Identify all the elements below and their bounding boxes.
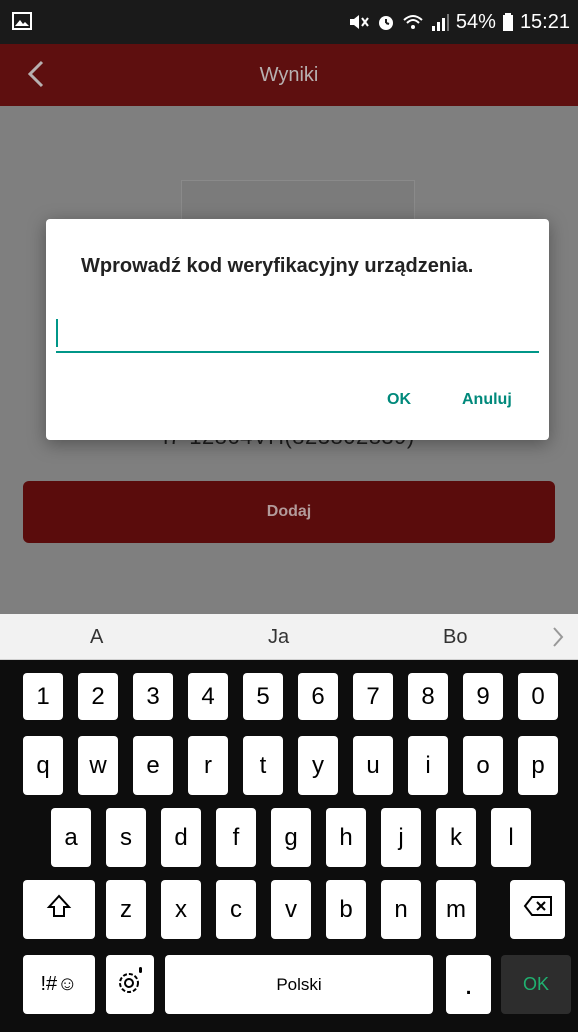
key-6[interactable]: 6 (298, 673, 338, 720)
key-4[interactable]: 4 (188, 673, 228, 720)
status-bar: 54% 15:21 (0, 0, 578, 44)
period-key[interactable]: . (446, 955, 491, 1014)
key-8[interactable]: 8 (408, 673, 448, 720)
key-5[interactable]: 5 (243, 673, 283, 720)
key-d[interactable]: d (161, 808, 201, 867)
key-3[interactable]: 3 (133, 673, 173, 720)
key-n[interactable]: n (381, 880, 421, 939)
text-cursor (56, 319, 58, 347)
image-notification-icon (12, 12, 32, 30)
key-s[interactable]: s (106, 808, 146, 867)
key-1[interactable]: 1 (23, 673, 63, 720)
key-g[interactable]: g (271, 808, 311, 867)
mute-icon (348, 12, 370, 32)
key-0[interactable]: 0 (518, 673, 558, 720)
key-r[interactable]: r (188, 736, 228, 795)
key-w[interactable]: w (78, 736, 118, 795)
app-bar: Wyniki (0, 44, 578, 106)
battery-percent: 54% (455, 10, 496, 33)
shift-icon (46, 893, 72, 926)
key-x[interactable]: x (161, 880, 201, 939)
clock: 15:21 (519, 10, 570, 33)
key-c[interactable]: c (216, 880, 256, 939)
key-7[interactable]: 7 (353, 673, 393, 720)
key-z[interactable]: z (106, 880, 146, 939)
key-q[interactable]: q (23, 736, 63, 795)
ok-button[interactable]: OK (387, 391, 411, 409)
page-title: Wyniki (259, 64, 319, 86)
backspace-icon (523, 895, 553, 924)
key-i[interactable]: i (408, 736, 448, 795)
wifi-icon (402, 12, 424, 32)
backspace-key[interactable] (510, 880, 565, 939)
key-j[interactable]: j (381, 808, 421, 867)
symbols-key[interactable]: !#☺ (23, 955, 95, 1014)
key-y[interactable]: y (298, 736, 338, 795)
key-o[interactable]: o (463, 736, 503, 795)
key-e[interactable]: e (133, 736, 173, 795)
key-2[interactable]: 2 (78, 673, 118, 720)
key-u[interactable]: u (353, 736, 393, 795)
gear-icon (116, 966, 144, 1003)
shift-key[interactable] (23, 880, 95, 939)
cancel-button[interactable]: Anuluj (462, 391, 512, 409)
keyboard: 1 2 3 4 5 6 7 8 9 0 q w e r t y u i o p … (0, 660, 578, 1032)
dialog-title: Wprowadź kod weryfikacyjny urządzenia. (81, 255, 474, 277)
verification-dialog: Wprowadź kod weryfikacyjny urządzenia. O… (46, 219, 549, 440)
key-m[interactable]: m (436, 880, 476, 939)
alarm-icon (376, 12, 396, 32)
battery-icon (502, 12, 514, 32)
key-a[interactable]: a (51, 808, 91, 867)
suggestion-item[interactable]: Ja (268, 614, 289, 660)
chevron-right-icon[interactable] (548, 625, 568, 649)
key-f[interactable]: f (216, 808, 256, 867)
suggestion-bar: A Ja Bo (0, 614, 578, 660)
key-t[interactable]: t (243, 736, 283, 795)
suggestion-item[interactable]: A (90, 614, 103, 660)
space-key[interactable]: Polski (165, 955, 433, 1014)
verification-code-input[interactable] (56, 315, 539, 353)
signal-icon (430, 12, 450, 32)
suggestion-item[interactable]: Bo (443, 614, 467, 660)
ok-key[interactable]: OK (501, 955, 571, 1014)
key-9[interactable]: 9 (463, 673, 503, 720)
key-p[interactable]: p (518, 736, 558, 795)
key-v[interactable]: v (271, 880, 311, 939)
key-k[interactable]: k (436, 808, 476, 867)
key-b[interactable]: b (326, 880, 366, 939)
key-h[interactable]: h (326, 808, 366, 867)
settings-key[interactable] (106, 955, 154, 1014)
add-button[interactable]: Dodaj (23, 481, 555, 543)
key-l[interactable]: l (491, 808, 531, 867)
